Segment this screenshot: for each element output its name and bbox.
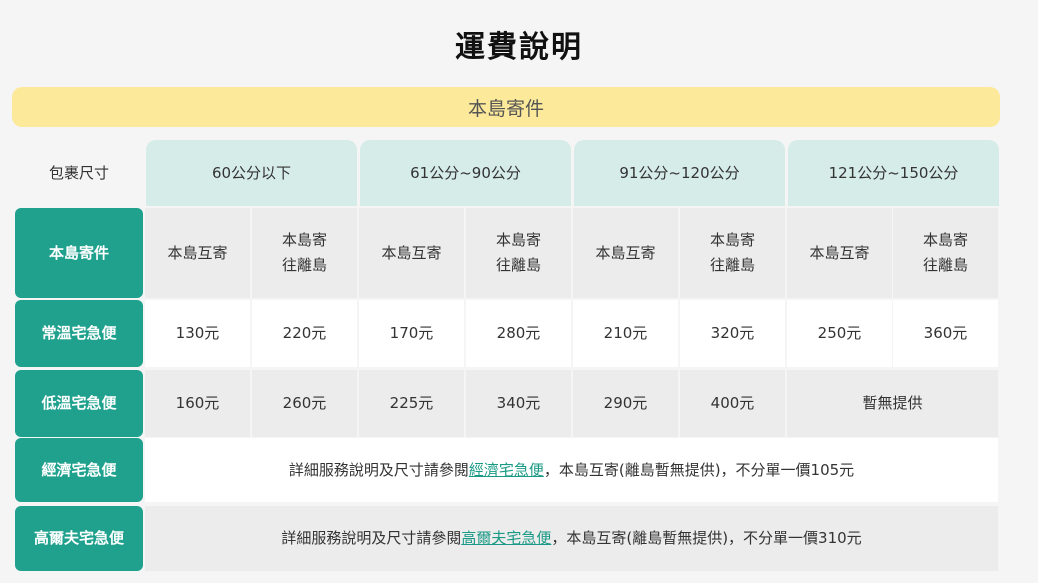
note-text-price: ，本島互寄(離島暫無提供)，不分單一價310元 <box>551 529 862 547</box>
table-cell: 本島寄 往離島 <box>893 208 998 298</box>
table-cell: 130元 <box>145 300 250 367</box>
row-label-normal: 常溫宅急便 <box>15 300 143 367</box>
note-text: 詳細服務說明及尺寸請參閱 <box>288 460 469 479</box>
row-label-sub: 本島寄件 <box>15 208 143 298</box>
table-cell: 220元 <box>252 300 357 367</box>
note-cell-economy: 詳細服務說明及尺寸請參閱 經濟宅急便 ，本島互寄(離島暫無提供)，不分單一價105元 <box>145 438 998 502</box>
table-cell: 170元 <box>359 300 464 367</box>
table-cell: 本島互寄 <box>573 208 678 298</box>
row-label-cold: 低溫宅急便 <box>15 370 143 437</box>
economy-link[interactable]: 經濟宅急便 <box>469 458 544 483</box>
table-cell: 本島寄 往離島 <box>680 208 785 298</box>
table-cell: 本島互寄 <box>145 208 250 298</box>
table-cell: 400元 <box>680 370 785 437</box>
table-cell: 340元 <box>466 370 571 437</box>
table-cell: 210元 <box>573 300 678 367</box>
size-column-header: 121公分~150公分 <box>788 140 999 206</box>
size-column-header: 60公分以下 <box>146 140 357 206</box>
row-label-golf: 高爾夫宅急便 <box>15 506 143 571</box>
table-cell: 本島互寄 <box>359 208 464 298</box>
table-cell: 280元 <box>466 300 571 367</box>
table-cell: 本島互寄 <box>787 208 892 298</box>
table-cell: 225元 <box>359 370 464 437</box>
table-cell: 160元 <box>145 370 250 437</box>
note-text-price: ，本島互寄(離島暫無提供)，不分單一價105元 <box>543 460 855 479</box>
golf-link[interactable]: 高爾夫宅急便 <box>461 526 551 551</box>
row-label-economy: 經濟宅急便 <box>15 438 143 502</box>
page-title: 運費說明 <box>455 30 583 65</box>
table-cell: 本島寄 往離島 <box>252 208 357 298</box>
section-banner: 本島寄件 <box>12 87 1000 127</box>
table-cell: 250元 <box>787 300 892 367</box>
table-cell: 320元 <box>680 300 785 367</box>
size-column-header: 91公分~120公分 <box>574 140 785 206</box>
table-cell: 本島寄 往離島 <box>466 208 571 298</box>
table-cell: 290元 <box>573 370 678 437</box>
note-cell-golf: 詳細服務說明及尺寸請參閱 高爾夫宅急便 ，本島互寄(離島暫無提供)，不分單一價310… <box>145 506 998 571</box>
table-cell: 260元 <box>252 370 357 437</box>
size-header-label: 包裹尺寸 <box>48 163 109 182</box>
unavailable-cell: 暫無提供 <box>787 370 998 437</box>
size-column-header: 61公分~90公分 <box>360 140 571 206</box>
table-cell: 360元 <box>893 300 998 367</box>
note-text: 詳細服務說明及尺寸請參閱 <box>281 529 462 547</box>
